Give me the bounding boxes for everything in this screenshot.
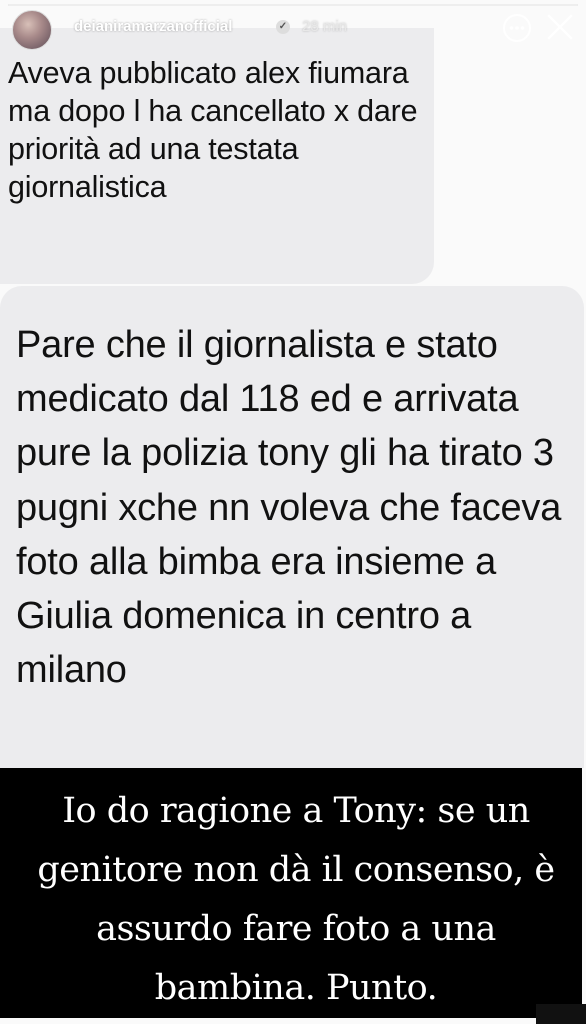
verified-badge-icon: ✓ [276,20,290,34]
avatar[interactable] [12,10,52,50]
message-text-2: Pare che il giornalista e stato medicato… [16,324,562,692]
chat-background [434,28,586,284]
story-view[interactable]: Aveva pubblicato alex fiumara ma dopo l … [0,0,586,1024]
story-header: deianiramarzanofficial ✓ 28 min [0,0,586,60]
post-time: 28 min [302,18,348,35]
more-dots-icon[interactable] [503,14,531,42]
username[interactable]: deianiramarzanofficial [74,18,232,35]
close-icon[interactable] [545,12,575,42]
message-text-1: Aveva pubblicato alex fiumara ma dopo l … [8,56,418,204]
caption-text: Io do ragione a Tony: se un genitore non… [37,791,555,1008]
